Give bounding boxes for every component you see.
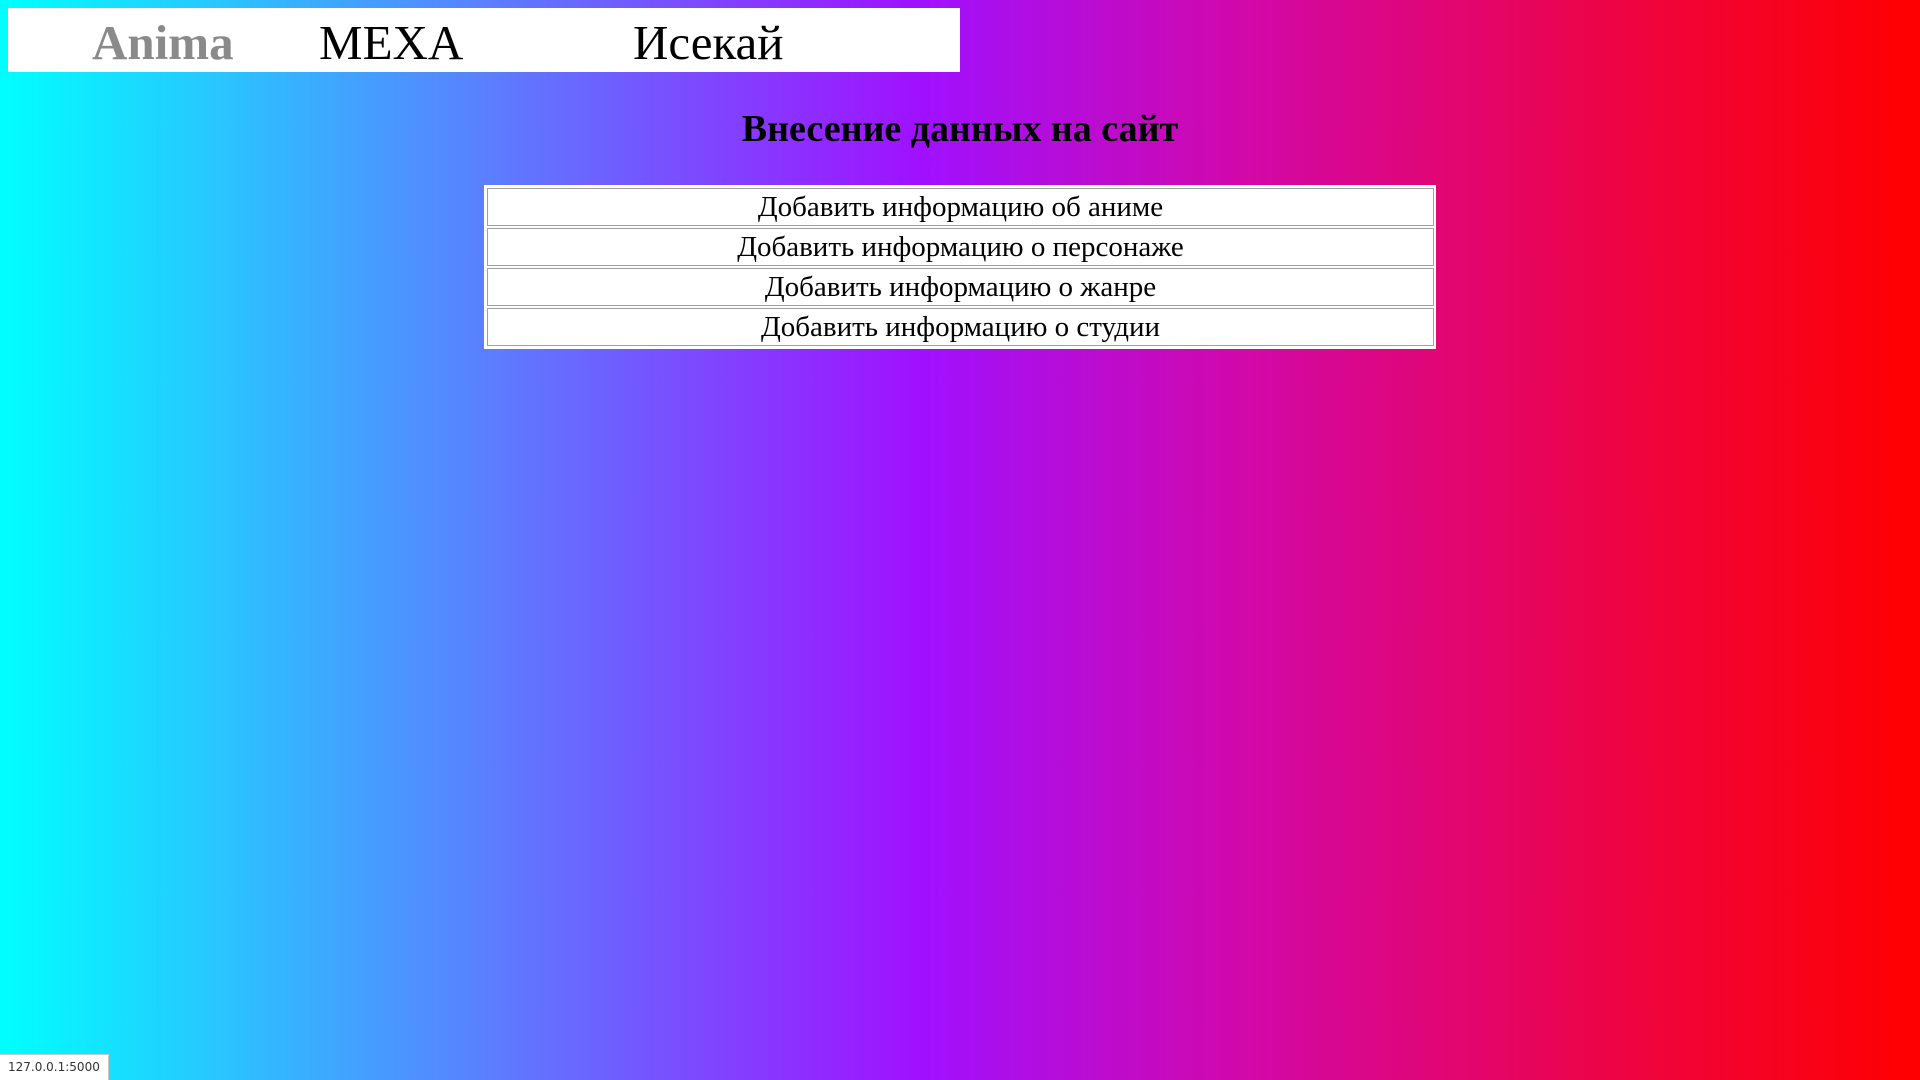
add-character-link[interactable]: Добавить информацию о персонаже [487, 228, 1434, 266]
add-anime-link[interactable]: Добавить информацию об аниме [487, 188, 1434, 226]
nav-item-mecha[interactable]: МЕХА [319, 18, 463, 67]
add-genre-link[interactable]: Добавить информацию о жанре [487, 268, 1434, 306]
top-navigation-bar: Anima МЕХА Исекай [8, 8, 960, 72]
page-title: Внесение данных на сайт [741, 108, 1179, 150]
add-studio-link[interactable]: Добавить информацию о студии [487, 308, 1434, 346]
data-entry-actions-table: Добавить информацию об аниме Добавить ин… [484, 185, 1436, 349]
site-logo[interactable]: Anima [92, 18, 234, 67]
browser-status-url: 127.0.0.1:5000 [0, 1054, 109, 1080]
nav-item-isekai[interactable]: Исекай [633, 18, 784, 67]
